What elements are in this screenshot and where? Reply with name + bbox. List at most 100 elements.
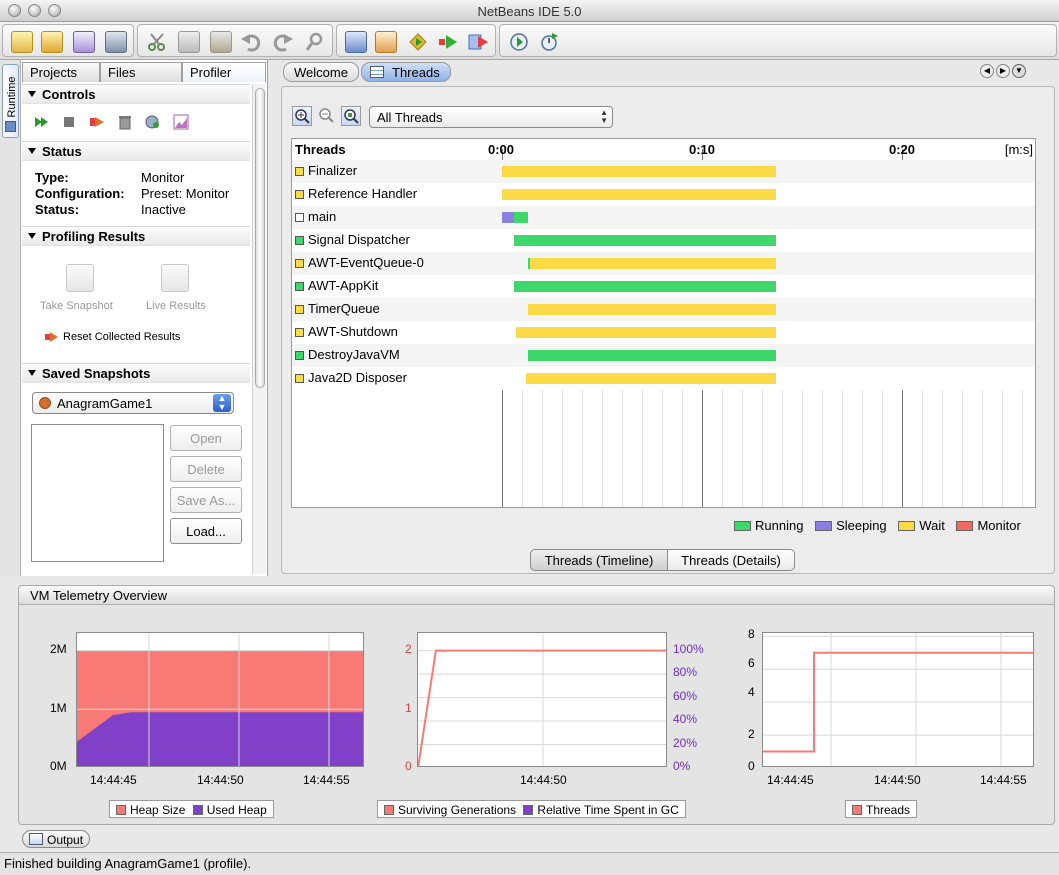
- save-all-icon[interactable]: [105, 31, 127, 53]
- heap-x-tick-2: 14:44:55: [303, 773, 350, 787]
- java-project-icon: [39, 397, 51, 409]
- telemetry-overview-icon[interactable]: [173, 114, 189, 130]
- modify-profiling-icon[interactable]: [145, 114, 161, 130]
- new-file-icon[interactable]: [11, 31, 33, 53]
- save-as-snapshot-button[interactable]: Save As...: [170, 487, 242, 513]
- live-results-icon[interactable]: [161, 264, 189, 292]
- zoom-out-icon[interactable]: [317, 106, 337, 126]
- copy-icon[interactable]: [178, 31, 200, 53]
- run-main-project-icon[interactable]: [407, 31, 429, 53]
- detach-icon[interactable]: [89, 114, 105, 130]
- thread-state-bar: [526, 373, 776, 384]
- title-bar: NetBeans IDE 5.0: [0, 0, 1059, 22]
- thread-state-icon: [295, 259, 304, 268]
- heap-chart-plot: [77, 633, 363, 766]
- heap-y-tick-0m: 0M: [50, 759, 67, 773]
- project-select[interactable]: AnagramGame1 ▲ ▼: [32, 392, 234, 414]
- status-bar: Finished building AnagramGame1 (profile)…: [0, 852, 1059, 875]
- rerun-icon[interactable]: [34, 114, 50, 130]
- threads-timeline[interactable]: Threads 0:00 0:10 0:20 [m:s] Finalizer Re…: [291, 138, 1036, 508]
- tab-threads-timeline[interactable]: Threads (Timeline): [530, 549, 668, 571]
- reset-results-link[interactable]: Reset Collected Results: [63, 331, 180, 343]
- thread-state-bar: [514, 235, 776, 246]
- thread-row[interactable]: main: [292, 206, 1035, 229]
- open-project-icon[interactable]: [73, 31, 95, 53]
- thread-state-bar: [530, 258, 776, 269]
- zoom-in-icon[interactable]: [292, 106, 312, 126]
- output-tab[interactable]: Output: [22, 830, 90, 848]
- runtime-tab[interactable]: Runtime: [2, 64, 19, 138]
- heap-size-swatch: [116, 805, 126, 815]
- take-snapshot-icon[interactable]: [66, 264, 94, 292]
- tab-projects[interactable]: Projects: [22, 62, 100, 82]
- thread-row[interactable]: Java2D Disposer: [292, 367, 1035, 390]
- tab-list-icon[interactable]: ▼: [1012, 64, 1026, 78]
- status-type-key: Type:: [35, 170, 69, 185]
- stop-icon[interactable]: [61, 114, 77, 130]
- gc-y2-tick-60: 60%: [673, 689, 698, 703]
- build-main-project-icon[interactable]: [345, 31, 367, 53]
- tab-threads-label: Threads: [392, 65, 440, 80]
- thread-state-icon: [295, 305, 304, 314]
- thread-row[interactable]: Finalizer: [292, 160, 1035, 183]
- garbage-collect-icon[interactable]: [117, 114, 133, 130]
- thr-y-tick-6: 6: [748, 656, 755, 670]
- threads-chart-legend: Threads: [845, 800, 918, 818]
- live-results-label[interactable]: Live Results: [146, 300, 206, 312]
- clean-build-icon[interactable]: [375, 31, 397, 53]
- status-config-key: Configuration:: [35, 186, 125, 201]
- left-panel-scrollbar[interactable]: [252, 84, 266, 574]
- thread-row[interactable]: Reference Handler: [292, 183, 1035, 206]
- thread-filter-select[interactable]: All Threads ▲ ▼: [369, 106, 613, 128]
- thread-row[interactable]: TimerQueue: [292, 298, 1035, 321]
- thread-state-bar: [514, 212, 528, 223]
- open-snapshot-button[interactable]: Open: [170, 425, 242, 451]
- heap-chart: [76, 632, 364, 767]
- thread-row[interactable]: AWT-AppKit: [292, 275, 1035, 298]
- tick-label-2: 0:20: [889, 142, 916, 157]
- new-project-icon[interactable]: [41, 31, 63, 53]
- thread-row[interactable]: Signal Dispatcher: [292, 229, 1035, 252]
- profile-main-project-icon[interactable]: [467, 31, 489, 53]
- snapshots-list[interactable]: [31, 424, 164, 562]
- scale-to-fit-icon[interactable]: [341, 106, 361, 126]
- undo-icon[interactable]: [240, 31, 262, 53]
- redo-icon[interactable]: [272, 31, 294, 53]
- scroll-tabs-right-icon[interactable]: ▶: [996, 64, 1010, 78]
- thr-x-tick-1: 14:44:50: [874, 773, 921, 787]
- profiling-results-section-header[interactable]: Profiling Results: [22, 226, 250, 246]
- take-snapshot-label[interactable]: Take Snapshot: [40, 300, 113, 312]
- controls-section-header[interactable]: Controls: [22, 84, 250, 104]
- thread-name: DestroyJavaVM: [308, 347, 400, 362]
- threads-swatch: [852, 805, 862, 815]
- scrollbar-thumb[interactable]: [255, 88, 265, 388]
- scroll-tabs-left-icon[interactable]: ◀: [980, 64, 994, 78]
- select-arrows-icon: ▲ ▼: [213, 394, 231, 412]
- reset-results-icon[interactable]: [45, 331, 59, 343]
- delete-snapshot-button[interactable]: Delete: [170, 456, 242, 482]
- paste-icon[interactable]: [210, 31, 232, 53]
- find-icon[interactable]: [304, 31, 326, 53]
- status-status-key: Status:: [35, 202, 80, 217]
- tab-welcome[interactable]: Welcome: [283, 62, 359, 82]
- tab-threads[interactable]: Threads: [361, 62, 451, 82]
- debug-main-project-icon[interactable]: [437, 31, 459, 53]
- thread-row[interactable]: AWT-Shutdown: [292, 321, 1035, 344]
- status-section-header[interactable]: Status: [22, 141, 250, 161]
- tab-profiler[interactable]: Profiler: [182, 62, 266, 82]
- thread-row[interactable]: DestroyJavaVM: [292, 344, 1035, 367]
- thread-row[interactable]: AWT-EventQueue-0: [292, 252, 1035, 275]
- cut-icon[interactable]: [146, 31, 168, 53]
- thread-state-icon: [295, 328, 304, 337]
- load-snapshot-button[interactable]: Load...: [170, 518, 242, 544]
- tab-threads-details[interactable]: Threads (Details): [668, 549, 795, 571]
- window-title: NetBeans IDE 5.0: [477, 4, 582, 19]
- collapse-triangle-icon: [28, 148, 36, 154]
- thread-state-icon: [295, 282, 304, 291]
- thread-state-icon: [295, 190, 304, 199]
- attach-profiler-icon[interactable]: [508, 31, 530, 53]
- profile-timer-icon[interactable]: [538, 31, 560, 53]
- thr-x-tick-2: 14:44:55: [980, 773, 1027, 787]
- tab-files[interactable]: Files: [100, 62, 182, 82]
- saved-snapshots-section-header[interactable]: Saved Snapshots: [22, 363, 250, 383]
